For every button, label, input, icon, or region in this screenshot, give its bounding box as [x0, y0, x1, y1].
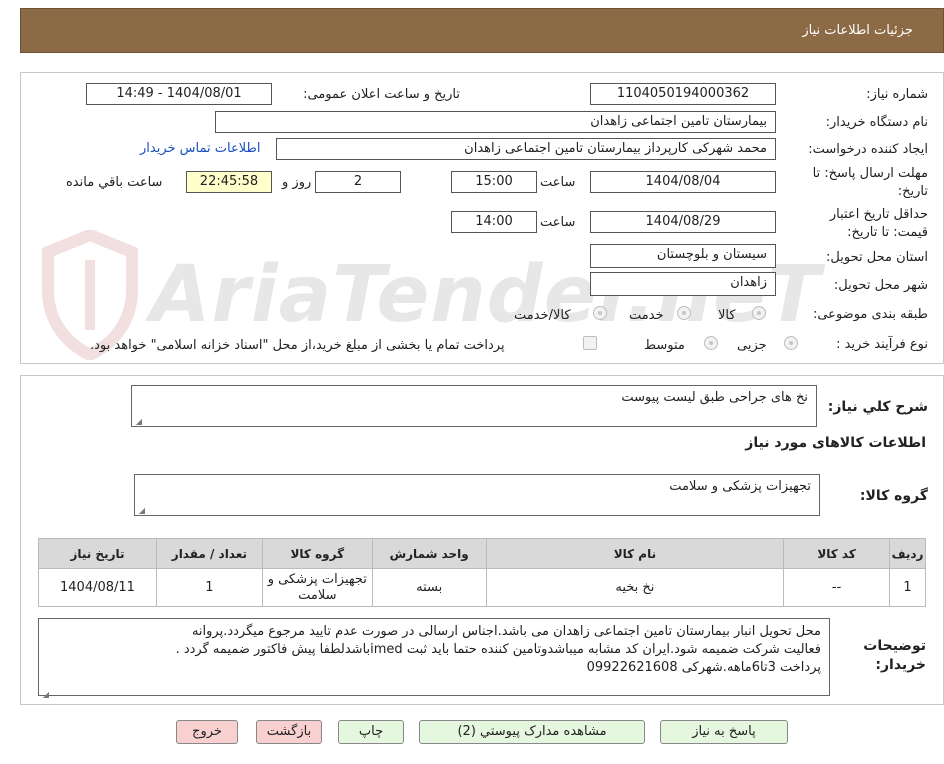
view-attachments-button[interactable]: مشاهده مدارک پیوستي (2) — [419, 720, 645, 744]
category-option-service: خدمت — [629, 308, 664, 323]
remaining-time-field: 22:45:58 — [186, 171, 272, 193]
exit-button[interactable]: خروج — [176, 720, 238, 744]
validity-date-field: 1404/08/29 — [590, 211, 776, 233]
buyer-contact-link[interactable]: اطلاعات تماس خریدار — [140, 141, 260, 156]
days-label: روز و — [282, 175, 312, 190]
goods-group-label: گروه کالا: — [859, 488, 928, 504]
description-field: نخ های جراحی طبق لیست پیوست ◢ — [131, 385, 817, 427]
goods-group-text: تجهیزات پزشکی و سلامت — [669, 479, 811, 494]
category-radio-service[interactable] — [677, 306, 691, 320]
resize-grip-icon[interactable]: ◢ — [137, 506, 145, 515]
buyer-org-label: نام دستگاه خریدار: — [825, 115, 928, 130]
col-header-row-number: ردیف — [889, 538, 926, 569]
buyer-notes-field: محل تحویل انبار بیمارستان تامین اجتماعی … — [38, 618, 830, 699]
items-section-title: اطلاعات کالاهای مورد نیاز — [745, 435, 926, 451]
remaining-time-label: ساعت باقي مانده — [66, 175, 163, 190]
treasury-payment-note: پرداخت تمام یا بخشی از مبلغ خرید،از محل … — [90, 338, 505, 353]
deadline-label-line1: مهلت ارسال پاسخ: تا — [812, 166, 928, 181]
city-field: زاهدان — [590, 272, 776, 296]
need-number-label: شماره نیاز: — [866, 87, 928, 102]
cell-date: 1404/08/11 — [38, 568, 157, 607]
items-table-wrapper: ردیف کد کالا نام کالا واحد شمارش گروه کا… — [38, 538, 926, 607]
description-label: شرح کلي نیاز: — [827, 399, 928, 415]
resize-grip-icon[interactable]: ◢ — [41, 686, 49, 699]
process-option-minor: جزیی — [737, 338, 767, 353]
page-header: جزئیات اطلاعات نیاز — [20, 8, 944, 53]
validity-time-field: 14:00 — [451, 211, 537, 233]
cell-quantity: 1 — [155, 568, 263, 607]
days-remaining-field: 2 — [315, 171, 401, 193]
table-row: 1 -- نخ بخیه بسته تجهیزات پزشکی و سلامت … — [38, 568, 926, 607]
province-field: سیستان و بلوچستان — [590, 244, 776, 268]
back-button[interactable]: بازگشت — [256, 720, 322, 744]
validity-label-line2: قیمت: تا تاریخ: — [847, 225, 928, 240]
buyer-org-field: بیمارستان تامین اجتماعی زاهدان — [215, 111, 776, 133]
process-radio-medium[interactable] — [704, 336, 718, 350]
process-option-medium: متوسط — [644, 338, 685, 353]
validity-label-line1: حداقل تاریخ اعتبار — [829, 207, 928, 222]
process-radio-minor[interactable] — [784, 336, 798, 350]
deadline-date-field: 1404/08/04 — [590, 171, 776, 193]
announce-field: 1404/08/01 - 14:49 — [86, 83, 272, 105]
requester-field: محمد شهرکی کارپرداز بیمارستان تامین اجتم… — [276, 138, 776, 160]
buyer-notes-label-line2: خریدار: — [875, 657, 926, 673]
city-label: شهر محل تحویل: — [833, 278, 928, 293]
deadline-time-label: ساعت — [540, 175, 576, 190]
announce-label: تاریخ و ساعت اعلان عمومی: — [303, 87, 460, 102]
buyer-notes-line: محل تحویل انبار بیمارستان تامین اجتماعی … — [191, 624, 821, 639]
buyer-notes-line: فعالیت شرکت ضمیمه شود.ایران کد مشابه میب… — [175, 642, 821, 657]
cell-name: نخ بخیه — [485, 568, 785, 607]
buyer-notes-label-line1: توضیحات — [863, 638, 926, 654]
buyer-notes-line: پرداخت 3تا6ماهه.شهرکی 09922621608 — [586, 660, 821, 675]
cell-unit: بسته — [371, 568, 487, 607]
col-header-quantity: تعداد / مقدار — [155, 538, 263, 569]
col-header-date: تاریخ نیاز — [38, 538, 157, 569]
category-radio-goods-service[interactable] — [593, 306, 607, 320]
process-label: نوع فرآیند خرید : — [836, 337, 928, 352]
cell-code: -- — [783, 568, 891, 607]
cell-row-number: 1 — [889, 568, 926, 607]
category-label: طبقه بندی موضوعی: — [812, 307, 928, 322]
items-table: ردیف کد کالا نام کالا واحد شمارش گروه کا… — [38, 538, 926, 607]
deadline-label-line2: تاریخ: — [897, 184, 928, 199]
reply-to-need-button[interactable]: پاسخ به نیاز — [660, 720, 788, 744]
category-radio-goods[interactable] — [752, 306, 766, 320]
description-text: نخ های جراحی طبق لیست پیوست — [621, 390, 808, 405]
print-button[interactable]: چاپ — [338, 720, 404, 744]
col-header-name: نام کالا — [485, 538, 785, 569]
treasury-payment-checkbox[interactable] — [583, 336, 597, 350]
goods-group-field: تجهیزات پزشکی و سلامت ◢ — [134, 474, 820, 516]
category-option-goods-service: کالا/خدمت — [514, 308, 571, 323]
col-header-unit: واحد شمارش — [371, 538, 487, 569]
page-title: جزئیات اطلاعات نیاز — [802, 23, 913, 38]
need-number-field: 1104050194000362 — [590, 83, 776, 105]
validity-time-label: ساعت — [540, 215, 576, 230]
resize-grip-icon[interactable]: ◢ — [134, 417, 142, 426]
requester-label: ایجاد کننده درخواست: — [808, 142, 928, 157]
deadline-time-field: 15:00 — [451, 171, 537, 193]
cell-group: تجهیزات پزشکی و سلامت — [261, 568, 373, 607]
province-label: استان محل تحویل: — [826, 250, 928, 265]
table-header-row: ردیف کد کالا نام کالا واحد شمارش گروه کا… — [38, 538, 926, 569]
col-header-group: گروه کالا — [261, 538, 373, 569]
col-header-code: کد کالا — [783, 538, 891, 569]
category-option-goods: کالا — [718, 308, 736, 323]
